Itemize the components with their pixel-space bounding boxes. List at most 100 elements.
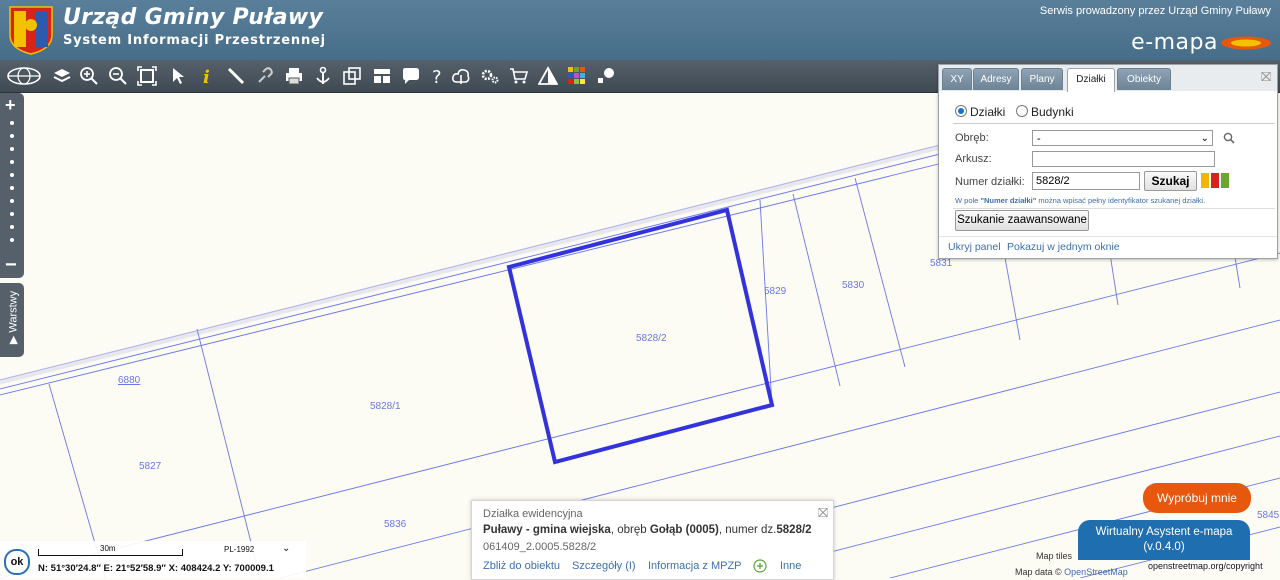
numer-label: Numer działki:: [955, 176, 1025, 188]
cart-icon[interactable]: [509, 66, 529, 86]
layers-icon[interactable]: [52, 66, 72, 86]
radio-budynki[interactable]: Budynki: [1016, 105, 1074, 119]
hide-panel-link[interactable]: Ukryj panel: [948, 241, 1001, 253]
zoom-in-icon[interactable]: [79, 66, 99, 86]
obreb-label: Obręb:: [955, 132, 989, 144]
parcel-label-5827: 5827: [139, 461, 162, 472]
zoom-level-dot[interactable]: [10, 186, 14, 190]
share-icon[interactable]: [596, 66, 616, 86]
svg-text:i: i: [203, 67, 210, 86]
palette-icon[interactable]: [567, 66, 587, 86]
parcel-obreb-name: Gołąb (0005): [649, 524, 719, 536]
zoom-level-dot[interactable]: [10, 199, 14, 203]
szukaj-button[interactable]: Szukaj: [1144, 171, 1197, 191]
close-icon[interactable]: ⛝: [818, 505, 828, 521]
bookmark-icon[interactable]: [451, 66, 471, 86]
osm-link[interactable]: OpenStreetMap: [1064, 567, 1128, 577]
zoom-to-object-link[interactable]: Zbliż do obiektu: [483, 560, 560, 572]
parcel-place: Puławy - gmina wiejska: [483, 524, 611, 536]
try-me-bubble[interactable]: Wypróbuj mnie: [1143, 483, 1251, 513]
parcel-info-popup: Działka ewidencyjna ⛝ Puławy - gmina wie…: [471, 500, 834, 580]
more-link[interactable]: Inne: [780, 560, 801, 572]
chevron-down-icon[interactable]: ⌄: [282, 543, 290, 554]
radio-budynki-indicator[interactable]: [1016, 105, 1028, 117]
tab-dzialki[interactable]: Działki: [1067, 68, 1115, 92]
radio-dzialki-label: Działki: [970, 105, 1006, 119]
obreb-select-value: -: [1037, 133, 1041, 145]
search-icon[interactable]: [1223, 132, 1235, 144]
search-tabs: XY Adresy Plany Działki Obiekty ⛝: [939, 65, 1277, 92]
mpzp-info-link[interactable]: Informacja z MPZP: [648, 560, 742, 572]
radio-dzialki-indicator[interactable]: [955, 105, 967, 117]
zoom-in-button[interactable]: +: [5, 95, 16, 116]
warning-icon[interactable]: [538, 66, 558, 86]
anchor-icon[interactable]: [313, 66, 333, 86]
parcel-label-5845: 5845: [1257, 510, 1280, 521]
help-icon[interactable]: ?: [428, 66, 448, 86]
pointer-icon[interactable]: [168, 66, 188, 86]
ok-button[interactable]: ok: [4, 549, 30, 575]
zoom-level-dot[interactable]: [10, 121, 14, 125]
parcel-label-5828-2: 5828/2: [636, 333, 667, 344]
product-name: e-mapa: [1131, 30, 1218, 55]
tab-xy[interactable]: XY: [942, 68, 972, 90]
map-data-attribution: Map data © OpenStreetMap: [1015, 567, 1128, 577]
osm-copyright-link[interactable]: openstreetmap.org/copyright: [1148, 561, 1263, 571]
close-icon[interactable]: ⛝: [1261, 69, 1271, 85]
coat-of-arms-icon: [9, 6, 53, 55]
comment-icon[interactable]: [401, 66, 421, 86]
info-icon[interactable]: i: [197, 66, 217, 86]
assistant-version: (v.0.4.0): [1143, 541, 1185, 553]
tab-obiekty[interactable]: Obiekty: [1117, 68, 1171, 90]
zoom-level-dot[interactable]: [10, 238, 14, 242]
details-link[interactable]: Szczegóły (I): [572, 560, 636, 572]
hint-suffix: można wpisać pełny identyfikator szukane…: [1036, 196, 1206, 205]
parcel-label-5836: 5836: [384, 519, 407, 530]
parcel-label-6880: 6880: [118, 375, 141, 386]
tab-adresy[interactable]: Adresy: [973, 68, 1019, 90]
add-circle-icon[interactable]: [753, 559, 767, 573]
app-subtitle: System Informacji Przestrzennej: [63, 33, 326, 48]
parcel-label-5830: 5830: [842, 280, 865, 291]
color-swatch-yellow[interactable]: [1201, 173, 1209, 188]
map-data-prefix: Map data ©: [1015, 567, 1065, 577]
zoom-level-dot[interactable]: [10, 173, 14, 177]
zoom-out-icon[interactable]: [108, 66, 128, 86]
zoom-level-dot[interactable]: [10, 225, 14, 229]
map-tiles-attribution: Map tiles: [1036, 551, 1073, 561]
header: Urząd Gminy Puławy System Informacji Prz…: [0, 0, 1280, 60]
color-swatch-red[interactable]: [1211, 173, 1219, 188]
zoom-level-dot[interactable]: [10, 212, 14, 216]
globe-icon[interactable]: [6, 66, 42, 86]
settings-icon[interactable]: [480, 66, 500, 86]
crs-select[interactable]: PL-1992: [224, 545, 254, 554]
radio-dzialki[interactable]: Działki: [955, 105, 1005, 119]
obreb-select[interactable]: - ⌄: [1032, 130, 1213, 146]
service-owner-text: Serwis prowadzony przez Urząd Gminy Puła…: [1039, 5, 1271, 17]
divider: [953, 208, 1275, 209]
tab-plany[interactable]: Plany: [1021, 68, 1063, 90]
export-icon[interactable]: [342, 66, 362, 86]
zoom-extent-icon[interactable]: [137, 66, 157, 86]
zoom-out-button[interactable]: −: [5, 254, 17, 277]
zoom-level-dot[interactable]: [10, 160, 14, 164]
parcel-numer-value: 5828/2: [776, 524, 812, 536]
measure-icon[interactable]: [226, 66, 246, 86]
single-window-link[interactable]: Pokazuj w jednym oknie: [1007, 241, 1120, 253]
zoom-level-dot[interactable]: [10, 147, 14, 151]
popup-title: Działka ewidencyjna: [483, 508, 583, 520]
radio-budynki-label: Budynki: [1031, 105, 1074, 119]
virtual-assistant-button[interactable]: Wirtualny Asystent e-mapa (v.0.4.0): [1078, 520, 1250, 560]
link-icon[interactable]: [255, 66, 275, 86]
color-swatch-green[interactable]: [1221, 173, 1229, 188]
parcel-obreb-text: , obręb: [610, 524, 650, 536]
assistant-name: Wirtualny Asystent e-mapa: [1095, 526, 1233, 538]
advanced-search-button[interactable]: Szukanie zaawansowane: [955, 210, 1089, 231]
layout-icon[interactable]: [372, 66, 392, 86]
arkusz-input[interactable]: [1032, 151, 1215, 167]
print-icon[interactable]: [284, 66, 304, 86]
numer-dzialki-input[interactable]: 5828/2: [1032, 172, 1140, 190]
layers-panel-toggle[interactable]: ▶ Warstwy: [0, 283, 24, 357]
zoom-level-dot[interactable]: [10, 134, 14, 138]
hint-prefix: W pole: [955, 196, 981, 205]
